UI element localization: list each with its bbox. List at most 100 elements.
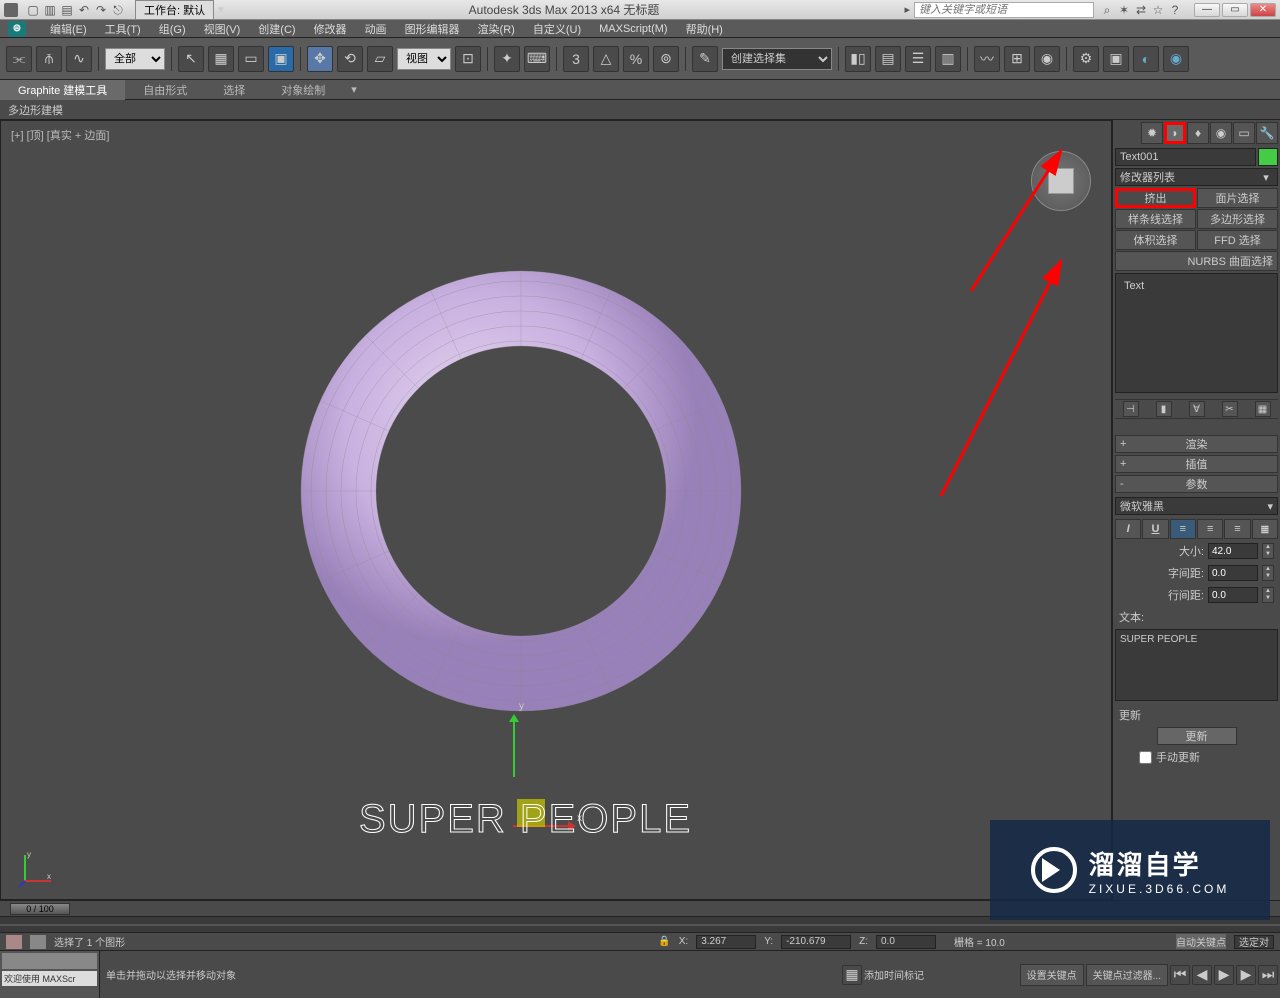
snap-spinner-icon[interactable]: ⊚	[653, 46, 679, 72]
config-icon[interactable]: ▦	[1255, 401, 1271, 417]
isolate-icon[interactable]	[30, 935, 46, 949]
goto-end-icon[interactable]: ⏭	[1258, 965, 1278, 985]
rollout-render[interactable]: +渲染	[1115, 435, 1278, 453]
setkey-button[interactable]: 设置关键点	[1020, 964, 1084, 986]
scale-tool-icon[interactable]: ▱	[367, 46, 393, 72]
selection-filter-drop[interactable]: 全部	[105, 48, 165, 70]
layer-mgr-icon[interactable]: ▥	[935, 46, 961, 72]
keymode-drop[interactable]: 选定对	[1234, 935, 1274, 949]
volsel-mod-button[interactable]: 体积选择	[1115, 230, 1196, 250]
modifier-list-drop[interactable]: 修改器列表 ▾	[1115, 168, 1278, 186]
manip-icon[interactable]: ✦	[494, 46, 520, 72]
edit-selset-icon[interactable]: ✎	[692, 46, 718, 72]
splinesel-mod-button[interactable]: 样条线选择	[1115, 209, 1196, 229]
kerning-spinner[interactable]: 0.0	[1208, 565, 1258, 581]
select-name-icon[interactable]: ▦	[208, 46, 234, 72]
window-crossing-icon[interactable]: ▣	[268, 46, 294, 72]
facesel-mod-button[interactable]: 面片选择	[1197, 188, 1278, 208]
object-name-field[interactable]: Text001	[1115, 148, 1256, 166]
viewcube[interactable]	[1031, 151, 1091, 211]
save-icon[interactable]: ▤	[60, 3, 74, 17]
tab-selection[interactable]: 选择	[205, 80, 263, 100]
coord-y-field[interactable]: -210.679	[781, 935, 851, 949]
close-button[interactable]: ✕	[1250, 3, 1276, 17]
maximize-button[interactable]: ▭	[1222, 3, 1248, 17]
goto-start-icon[interactable]: ⏮	[1170, 965, 1190, 985]
menu-customize[interactable]: 自定义(U)	[533, 21, 581, 37]
move-tool-icon[interactable]: ✥	[307, 46, 333, 72]
kerning-spin-buttons[interactable]: ▲▼	[1262, 565, 1274, 581]
link-icon[interactable]: ⎋	[111, 3, 125, 17]
ffdsel-mod-button[interactable]: FFD 选择	[1197, 230, 1278, 250]
app-logo-icon[interactable]: ⊜	[8, 21, 26, 37]
menu-rendering[interactable]: 渲染(R)	[478, 21, 515, 37]
align-icon[interactable]: ▤	[875, 46, 901, 72]
play-icon[interactable]: ▶	[1214, 965, 1234, 985]
menu-maxscript[interactable]: MAXScript(M)	[599, 23, 667, 35]
coord-z-field[interactable]: 0.0	[876, 935, 936, 949]
redo-icon[interactable]: ↷	[94, 3, 108, 17]
autokey-button[interactable]: 自动关键点	[1176, 934, 1226, 949]
script-mini-icon[interactable]	[2, 953, 97, 969]
lock-selection-icon[interactable]: 🔒	[658, 936, 670, 947]
minimize-button[interactable]: —	[1194, 3, 1220, 17]
undo-icon[interactable]: ↶	[77, 3, 91, 17]
utilities-tab-icon[interactable]: 🔧	[1256, 122, 1278, 144]
manual-update-checkbox[interactable]	[1139, 751, 1152, 764]
text-input[interactable]: SUPER PEOPLE	[1115, 629, 1278, 701]
named-selset-drop[interactable]: 创建选择集	[722, 48, 832, 70]
mirror-icon[interactable]: ▮▯	[845, 46, 871, 72]
render-icon[interactable]: ◐	[1133, 46, 1159, 72]
infocenter-icon[interactable]: ⌕	[1100, 3, 1114, 17]
refcoord-drop[interactable]: 视图	[397, 48, 451, 70]
leading-spin-buttons[interactable]: ▲▼	[1262, 587, 1274, 603]
select-region-icon[interactable]: ▭	[238, 46, 264, 72]
exchange-icon[interactable]: ⇄	[1134, 3, 1148, 17]
tab-graphite[interactable]: Graphite 建模工具	[0, 80, 125, 100]
keyboard-icon[interactable]: ⌨	[524, 46, 550, 72]
menu-help[interactable]: 帮助(H)	[686, 21, 723, 37]
coord-x-field[interactable]: 3.267	[696, 935, 756, 949]
modify-tab-icon[interactable]: ◗	[1164, 122, 1186, 144]
nurbs-mod-button[interactable]: NURBS 曲面选择	[1115, 251, 1278, 271]
menu-edit[interactable]: 编辑(E)	[50, 21, 87, 37]
render-prod-icon[interactable]: ◉	[1163, 46, 1189, 72]
menu-group[interactable]: 组(G)	[159, 21, 186, 37]
open-icon[interactable]: ▥	[43, 3, 57, 17]
modifier-stack[interactable]: Text	[1115, 273, 1278, 393]
material-icon[interactable]: ◉	[1034, 46, 1060, 72]
viewport-label[interactable]: [+] [顶] [真实 + 边面]	[11, 127, 109, 143]
keyfilter-button[interactable]: 关键点过滤器...	[1086, 964, 1168, 986]
menu-tools[interactable]: 工具(T)	[105, 21, 141, 37]
prev-frame-icon[interactable]: ◀	[1192, 965, 1212, 985]
menu-grapheditors[interactable]: 图形编辑器	[405, 21, 460, 37]
align-left-button[interactable]: ≡	[1170, 519, 1196, 539]
help-icon[interactable]: ?	[1168, 3, 1182, 17]
ribbon-expand-icon[interactable]: ▾	[343, 81, 365, 98]
leading-spinner[interactable]: 0.0	[1208, 587, 1258, 603]
app-menu-icon[interactable]	[4, 3, 18, 17]
unlink-tool-icon[interactable]: ⫚	[36, 46, 62, 72]
viewport[interactable]: [+] [顶] [真实 + 边面]	[0, 120, 1112, 900]
snap-angle-icon[interactable]: △	[593, 46, 619, 72]
workspace-selector[interactable]: 工作台: 默认	[135, 0, 214, 20]
rotate-tool-icon[interactable]: ⟲	[337, 46, 363, 72]
underline-button[interactable]: U	[1142, 519, 1168, 539]
bind-tool-icon[interactable]: ∿	[66, 46, 92, 72]
display-tab-icon[interactable]: ▭	[1233, 122, 1255, 144]
align-center-button[interactable]: ≡	[1197, 519, 1223, 539]
time-slider-thumb[interactable]: 0 / 100	[10, 903, 70, 915]
favorite-icon[interactable]: ☆	[1151, 3, 1165, 17]
remove-mod-icon[interactable]: ✂	[1222, 401, 1238, 417]
rollout-params[interactable]: -参数	[1115, 475, 1278, 493]
next-frame-icon[interactable]: ▶	[1236, 965, 1256, 985]
show-end-icon[interactable]: ▮	[1156, 401, 1172, 417]
italic-button[interactable]: I	[1115, 519, 1141, 539]
link-tool-icon[interactable]: ⫘	[6, 46, 32, 72]
size-spinner[interactable]: 42.0	[1208, 543, 1258, 559]
render-setup-icon[interactable]: ⚙	[1073, 46, 1099, 72]
subscription-icon[interactable]: ✶	[1117, 3, 1131, 17]
select-tool-icon[interactable]: ↖	[178, 46, 204, 72]
hierarchy-tab-icon[interactable]: ♦	[1187, 122, 1209, 144]
unique-icon[interactable]: ∀	[1189, 401, 1205, 417]
